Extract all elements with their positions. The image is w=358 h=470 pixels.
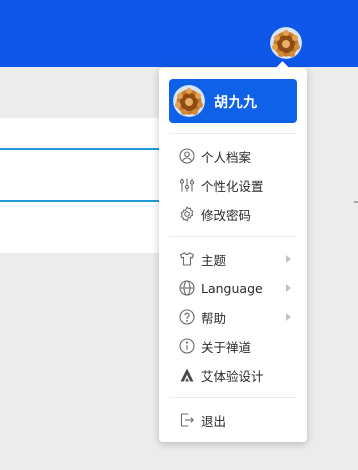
menu-item-label: 个人档案 [201, 149, 252, 165]
logout-icon [179, 412, 195, 428]
menu-item-logout[interactable]: 退出 [169, 407, 297, 433]
menu-item-profile[interactable]: 个人档案 [169, 143, 297, 169]
user-circle-icon [179, 148, 195, 164]
tshirt-icon [179, 251, 195, 267]
background-card [0, 118, 170, 253]
header-avatar[interactable] [270, 27, 302, 59]
user-avatar [173, 85, 205, 117]
menu-item-change-password[interactable]: 修改密码 [169, 201, 297, 227]
menu-item-language[interactable]: Language [169, 275, 297, 301]
brand-a-icon [179, 367, 195, 383]
info-circle-icon [179, 338, 195, 354]
menu-divider [169, 397, 297, 398]
avatar-image [270, 27, 302, 59]
user-dropdown-menu: 胡九九 个人档案 个性化设置 修改密码 主题 Language 帮助 关于禅道 … [159, 68, 307, 442]
menu-item-label: Language [201, 280, 263, 296]
menu-item-design[interactable]: 艾体验设计 [169, 362, 297, 388]
menu-divider [169, 133, 297, 134]
user-card[interactable]: 胡九九 [169, 79, 297, 123]
menu-item-label: 帮助 [201, 310, 227, 326]
gear-icon [179, 206, 195, 222]
menu-item-label: 艾体验设计 [201, 368, 264, 384]
menu-item-help[interactable]: 帮助 [169, 304, 297, 330]
sliders-icon [179, 177, 195, 193]
menu-item-label: 关于禅道 [201, 339, 252, 355]
question-circle-icon [179, 309, 195, 325]
menu-item-label: 主题 [201, 252, 227, 268]
menu-item-label: 个性化设置 [201, 178, 264, 194]
avatar-image [173, 85, 205, 117]
menu-item-about[interactable]: 关于禅道 [169, 333, 297, 359]
menu-item-label: 修改密码 [201, 207, 252, 223]
background-accent-line [0, 148, 170, 150]
chevron-right-icon [286, 255, 291, 263]
chevron-right-icon [286, 313, 291, 321]
top-header-bar [0, 0, 358, 67]
globe-icon [179, 280, 195, 296]
chevron-right-icon [286, 284, 291, 292]
background-accent-line [0, 200, 170, 202]
menu-divider [169, 236, 297, 237]
menu-item-personalize[interactable]: 个性化设置 [169, 172, 297, 198]
menu-item-label: 退出 [201, 413, 227, 429]
menu-item-theme[interactable]: 主题 [169, 246, 297, 272]
user-name: 胡九九 [214, 95, 258, 111]
scroll-edge-mark [354, 201, 358, 203]
